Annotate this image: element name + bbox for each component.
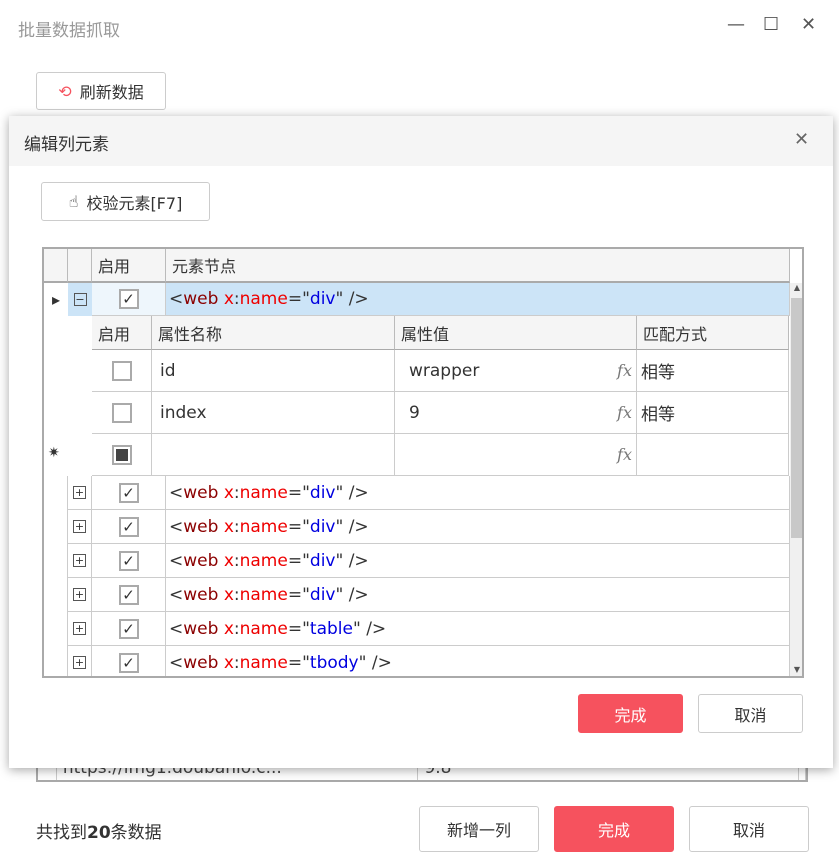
element-node[interactable]: < web x: name =" div " /> — [166, 283, 790, 316]
sub-header-enable: 启用 — [92, 316, 152, 350]
attr-enable-checkbox[interactable] — [92, 392, 152, 434]
element-node[interactable]: < web x: name =" div " /> — [166, 578, 790, 612]
element-node[interactable]: < web x: name =" div " /> — [166, 476, 790, 510]
element-node[interactable]: < web x: name =" div " /> — [166, 510, 790, 544]
expand-toggle[interactable]: + — [68, 612, 92, 646]
plus-icon: + — [73, 656, 86, 669]
expand-toggle[interactable]: + — [68, 544, 92, 578]
element-grid: 启用 元素节点 ▸ − ✓ < web x: name =" div " /> 启用 属性… — [42, 247, 804, 678]
sub-header-name: 属性名称 — [152, 316, 395, 350]
sub-header-match: 匹配方式 — [637, 316, 789, 350]
new-row-star-icon: ✷ — [48, 445, 60, 461]
sub-header-value: 属性值 — [395, 316, 637, 350]
attr-match[interactable] — [637, 434, 789, 476]
attr-value-cell[interactable]: 9 fx — [395, 392, 637, 434]
attr-name[interactable] — [152, 434, 395, 476]
collapse-toggle[interactable]: − — [68, 283, 92, 316]
attr-value-cell[interactable]: fx — [395, 434, 637, 476]
minimize-icon[interactable]: — — [727, 14, 745, 35]
row-enable-checkbox[interactable]: ✓ — [92, 646, 166, 676]
header-node: 元素节点 — [166, 249, 790, 283]
window-title: 批量数据抓取 — [18, 21, 120, 41]
element-node[interactable]: < web x: name =" div " /> — [166, 544, 790, 578]
refresh-icon: ⟲ — [58, 81, 72, 101]
current-row-indicator: ▸ — [51, 290, 61, 309]
row-enable-checkbox[interactable]: ✓ — [92, 578, 166, 612]
element-node[interactable]: < web x: name =" table " /> — [166, 612, 790, 646]
row-enable-checkbox[interactable]: ✓ — [92, 544, 166, 578]
attr-match[interactable]: 相等 — [637, 350, 789, 392]
row-enable-checkbox[interactable]: ✓ — [92, 510, 166, 544]
dialog-header: 编辑列元素 ✕ — [9, 116, 833, 166]
row-enable-checkbox[interactable]: ✓ — [92, 283, 166, 316]
element-node[interactable]: < web x: name =" tbody " /> — [166, 646, 790, 676]
plus-icon: + — [73, 588, 86, 601]
dialog-close-icon[interactable]: ✕ — [794, 129, 809, 150]
close-icon[interactable]: ✕ — [801, 14, 816, 35]
attr-enable-checkbox[interactable] — [92, 434, 152, 476]
plus-icon: + — [73, 486, 86, 499]
maximize-icon[interactable]: ☐ — [763, 14, 779, 35]
plus-icon: + — [73, 622, 86, 635]
expand-toggle[interactable]: + — [68, 476, 92, 510]
cancel-button[interactable]: 取消 — [689, 806, 809, 852]
attr-value: wrapper — [409, 360, 480, 381]
minus-icon: − — [73, 293, 87, 306]
found-count-text: 共找到20条数据 — [36, 823, 162, 843]
fx-icon[interactable]: fx — [617, 361, 632, 380]
refresh-label: 刷新数据 — [79, 83, 144, 102]
verify-label: 校验元素[F7] — [86, 193, 183, 213]
dialog-cancel-button[interactable]: 取消 — [698, 694, 803, 733]
header-enable: 启用 — [92, 249, 166, 283]
vertical-scrollbar[interactable]: ▲ ▼ — [790, 283, 802, 676]
plus-icon: + — [73, 554, 86, 567]
attr-value: 9 — [409, 402, 420, 423]
attr-enable-checkbox[interactable] — [92, 350, 152, 392]
hand-pointer-icon: ☝ — [68, 192, 79, 211]
add-column-button[interactable]: 新增一列 — [419, 806, 539, 852]
refresh-button[interactable]: ⟲ 刷新数据 — [36, 72, 166, 110]
attr-name[interactable]: id — [152, 350, 395, 392]
row-enable-checkbox[interactable]: ✓ — [92, 476, 166, 510]
expand-toggle[interactable]: + — [68, 510, 92, 544]
attr-match[interactable]: 相等 — [637, 392, 789, 434]
attr-value-cell[interactable]: wrapper fx — [395, 350, 637, 392]
plus-icon: + — [73, 520, 86, 533]
dialog-done-button[interactable]: 完成 — [578, 694, 683, 733]
expand-toggle[interactable]: + — [68, 646, 92, 676]
row-enable-checkbox[interactable]: ✓ — [92, 612, 166, 646]
dialog-title: 编辑列元素 — [24, 135, 109, 155]
attr-name[interactable]: index — [152, 392, 395, 434]
done-button[interactable]: 完成 — [554, 806, 674, 852]
verify-element-button[interactable]: ☝ 校验元素[F7] — [41, 182, 210, 221]
fx-icon[interactable]: fx — [617, 403, 632, 422]
edit-column-dialog: 编辑列元素 ✕ ☝ 校验元素[F7] 启用 元素节点 ▸ − ✓ < web x:n… — [9, 116, 833, 768]
expand-toggle[interactable]: + — [68, 578, 92, 612]
fx-icon[interactable]: fx — [617, 445, 632, 464]
scrollbar-thumb[interactable] — [791, 298, 802, 538]
